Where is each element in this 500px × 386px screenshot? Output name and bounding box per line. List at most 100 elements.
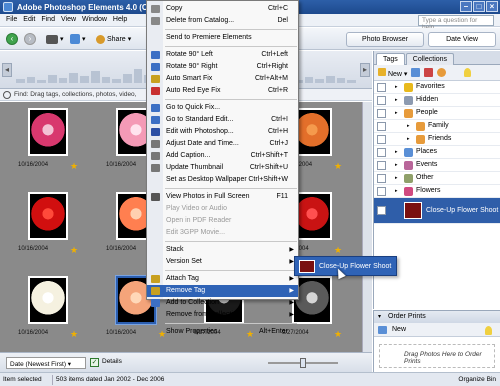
timeline-bar[interactable] <box>112 79 121 83</box>
tag-row-family[interactable]: ▸ Family <box>374 120 500 133</box>
timeline-bar[interactable] <box>37 80 47 83</box>
minimize-button[interactable]: – <box>460 1 472 12</box>
menu-find[interactable]: Find <box>41 16 55 26</box>
tag-checkbox[interactable] <box>377 174 386 183</box>
share-button[interactable]: Share ▾ <box>96 32 131 46</box>
menu-item-stack[interactable]: Stack ▶ <box>147 244 298 256</box>
tag-checkbox[interactable] <box>377 83 386 92</box>
organize-bin-toggle[interactable]: Organize Bin <box>458 376 496 383</box>
menu-item-delete-from-catalog[interactable]: Delete from Catalog... Del <box>147 15 298 27</box>
menu-item-add-to-collection[interactable]: Add to Collection ▶ <box>147 297 298 309</box>
timeline-bar[interactable] <box>101 77 111 83</box>
menu-edit[interactable]: Edit <box>23 16 35 26</box>
details-checkbox[interactable]: ✓ <box>90 358 99 367</box>
order-prints-drop-zone[interactable]: Drag Photos Here to Order Prints <box>379 344 495 368</box>
lightbulb-icon[interactable] <box>464 68 472 77</box>
tag-checkbox[interactable] <box>377 148 386 157</box>
tag-row-friends[interactable]: ▸ Friends <box>374 133 500 146</box>
tag-row-favorites[interactable]: ▸ Favorites <box>374 81 500 94</box>
menu-help[interactable]: Help <box>113 16 127 26</box>
timeline-bar[interactable] <box>26 77 36 83</box>
expand-triangle-icon[interactable]: ▸ <box>395 175 398 181</box>
photo-thumbnail[interactable] <box>28 108 68 156</box>
menu-item-copy[interactable]: Copy Ctrl+C <box>147 3 298 15</box>
tag-row-places[interactable]: ▸ Places <box>374 146 500 159</box>
lightbulb-icon[interactable] <box>485 326 492 335</box>
menu-item-update-thumbnail[interactable]: Update Thumbnail Ctrl+Shift+U <box>147 162 298 174</box>
help-search-input[interactable]: Type a question for help <box>418 15 494 31</box>
tag-row-other[interactable]: ▸ Other <box>374 172 500 185</box>
zoom-slider-handle[interactable] <box>300 358 306 368</box>
menu-item-remove-from-collection[interactable]: Remove from Collection ▶ <box>147 309 298 321</box>
menu-view[interactable]: View <box>61 16 76 26</box>
menu-item-rotate-90-right[interactable]: Rotate 90° Right Ctrl+Right <box>147 61 298 73</box>
expand-triangle-icon[interactable]: ▸ <box>395 97 398 103</box>
menu-item-play-video-or-audio[interactable]: Play Video or Audio <box>147 203 298 215</box>
expand-triangle-icon[interactable]: ▸ <box>395 188 398 194</box>
tag-row-people[interactable]: ▸ People <box>374 107 500 120</box>
tag-row-events[interactable]: ▸ Events <box>374 159 500 172</box>
menu-item-send-to-premiere-elements[interactable]: Send to Premiere Elements <box>147 32 298 44</box>
photo-cell[interactable]: 10/16/2004 ★ <box>8 270 88 350</box>
menu-item-remove-tag[interactable]: Remove Tag ▶ <box>147 285 298 297</box>
timeline-bar[interactable] <box>304 77 314 83</box>
sort-order-select[interactable]: Date (Newest First) ▾ <box>6 357 86 369</box>
create-button[interactable]: ▾ <box>70 32 86 46</box>
delete-tag-icon[interactable] <box>424 68 434 77</box>
collapse-triangle-icon[interactable]: ▾ <box>378 313 381 320</box>
menu-item-set-as-desktop-wallpaper[interactable]: Set as Desktop Wallpaper Ctrl+Shift+W <box>147 174 298 186</box>
menu-window[interactable]: Window <box>82 16 107 26</box>
order-prints-new-button[interactable]: New <box>392 326 406 333</box>
new-tag-button[interactable]: New ▾ <box>378 67 407 78</box>
timeline-right-arrow[interactable]: ▸ <box>360 63 370 77</box>
tag-checkbox[interactable] <box>377 206 386 215</box>
tag-checkbox[interactable] <box>377 122 386 131</box>
menu-item-adjust-date-and-time[interactable]: Adjust Date and Time... Ctrl+J <box>147 138 298 150</box>
menu-item-auto-red-eye-fix[interactable]: Auto Red Eye Fix Ctrl+R <box>147 85 298 97</box>
back-button[interactable]: ‹ <box>6 32 18 46</box>
photo-cell[interactable]: 10/16/2004 ★ <box>8 102 88 182</box>
expand-triangle-icon[interactable]: ▸ <box>395 110 398 116</box>
timeline-bar[interactable] <box>90 71 100 83</box>
timeline-bar[interactable] <box>325 76 335 83</box>
tag-checkbox[interactable] <box>377 187 386 196</box>
menu-item-edit-with-photoshop[interactable]: Edit with Photoshop... Ctrl+H <box>147 126 298 138</box>
edit-tag-icon[interactable] <box>411 68 421 77</box>
menu-item-edit-3gpp-movie[interactable]: Edit 3GPP Movie... <box>147 227 298 239</box>
expand-triangle-icon[interactable]: ▸ <box>407 123 410 129</box>
timeline-bar[interactable] <box>58 78 68 83</box>
tag-row-hidden[interactable]: ▸ Hidden <box>374 94 500 107</box>
tab-tags[interactable]: Tags <box>376 53 405 65</box>
photo-browser-button[interactable]: Photo Browser <box>346 32 424 47</box>
timeline-bar[interactable] <box>122 74 132 83</box>
get-photos-button[interactable]: ▾ <box>46 32 64 46</box>
timeline-bar[interactable] <box>336 78 346 83</box>
tag-row-flowers[interactable]: ▸ Flowers <box>374 185 500 198</box>
menu-item-auto-smart-fix[interactable]: Auto Smart Fix Ctrl+Alt+M <box>147 73 298 85</box>
menu-item-open-in-pdf-reader[interactable]: Open in PDF Reader <box>147 215 298 227</box>
tag-checkbox[interactable] <box>377 109 386 118</box>
timeline-bar[interactable] <box>133 69 143 83</box>
expand-triangle-icon[interactable]: ▸ <box>395 149 398 155</box>
tag-checkbox[interactable] <box>377 96 386 105</box>
photo-grid-scrollbar[interactable] <box>362 102 372 352</box>
timeline-bar[interactable] <box>315 79 324 83</box>
photo-thumbnail[interactable] <box>28 276 68 324</box>
tag-checkbox[interactable] <box>377 135 386 144</box>
tag-checkbox[interactable] <box>377 161 386 170</box>
submenu-item-close-up-flower-shoot[interactable]: Close-Up Flower Shoot <box>295 257 396 275</box>
close-button[interactable]: × <box>486 1 498 12</box>
menu-item-rotate-90-left[interactable]: Rotate 90° Left Ctrl+Left <box>147 49 298 61</box>
menu-item-view-photos-in-full-screen[interactable]: View Photos in Full Screen F11 <box>147 191 298 203</box>
menu-item-version-set[interactable]: Version Set ▶ <box>147 256 298 268</box>
find-faces-icon[interactable] <box>437 68 447 77</box>
expand-triangle-icon[interactable]: ▸ <box>407 136 410 142</box>
photo-thumbnail[interactable] <box>28 192 68 240</box>
expand-triangle-icon[interactable]: ▸ <box>395 84 398 90</box>
menu-item-go-to-standard-edit[interactable]: Go to Standard Edit... Ctrl+I <box>147 114 298 126</box>
menu-item-add-caption[interactable]: Add Caption... Ctrl+Shift+T <box>147 150 298 162</box>
tag-row-close-up-flower-shoot[interactable]: Close-Up Flower Shoot <box>374 198 500 224</box>
menu-item-show-properties[interactable]: Show Properties Alt+Enter <box>147 326 298 338</box>
tab-collections[interactable]: Collections <box>405 53 455 65</box>
maximize-button[interactable]: □ <box>473 1 485 12</box>
